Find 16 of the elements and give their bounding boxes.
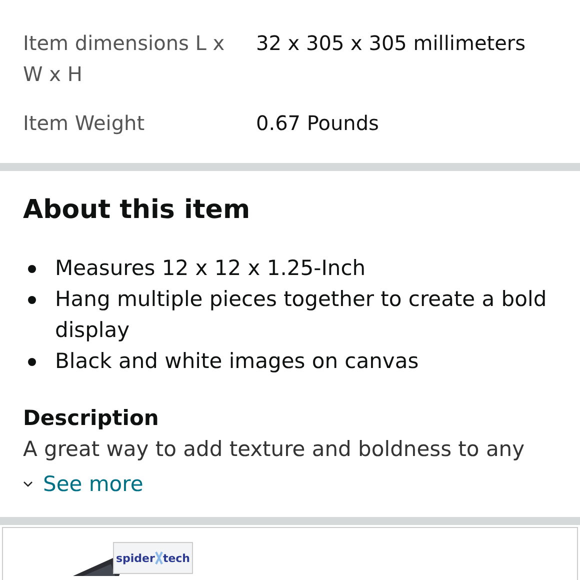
bullet-text: Black and white images on canvas [55,348,419,375]
section-heading: About this item [23,194,252,227]
bullet-icon [28,265,36,273]
bullet-text: Hang multiple pieces together to create a bold display [55,286,548,344]
bullet-icon [28,358,36,366]
chevron-down-icon [23,481,33,487]
spec-label: Item Weight [23,110,146,137]
spec-value: 0.67 Pounds [256,110,379,137]
brand-logo: spider tech [113,542,193,574]
description-text: A great way to add texture and boldness to any [23,436,526,463]
spec-value: 32 x 305 x 305 millimeters [256,30,526,57]
section-heading: Description [23,405,160,432]
bullet-icon [28,296,36,304]
spec-label: Item dimensions L x W x H [23,30,226,88]
see-more-link[interactable]: See more [23,469,144,499]
bullet-text: Measures 12 x 12 x 1.25-Inch [55,255,366,282]
